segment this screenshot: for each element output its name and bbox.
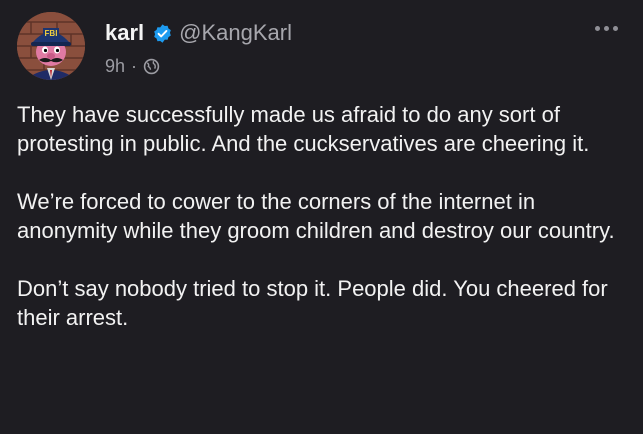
author-handle[interactable]: @KangKarl xyxy=(179,20,292,46)
avatar-illustration: FBI xyxy=(17,12,85,80)
verified-badge-icon xyxy=(152,23,173,44)
post-timestamp[interactable]: 9h xyxy=(105,56,125,77)
post-meta: 9h · xyxy=(105,56,160,77)
author-display-name[interactable]: karl xyxy=(105,20,144,46)
svg-text:FBI: FBI xyxy=(45,29,58,38)
post-paragraph-2: We’re forced to cower to the corners of … xyxy=(17,189,615,243)
post-paragraph-1: They have successfully made us afraid to… xyxy=(17,102,590,156)
post-paragraph-3: Don’t say nobody tried to stop it. Peopl… xyxy=(17,276,608,330)
menu-dot xyxy=(613,26,618,31)
post-body: They have successfully made us afraid to… xyxy=(17,100,627,361)
meta-separator: · xyxy=(131,56,138,76)
menu-dot xyxy=(604,26,609,31)
post-header: karl @KangKarl xyxy=(105,20,292,46)
menu-dot xyxy=(595,26,600,31)
post-card: FBI karl @KangKarl 9h · They have succes… xyxy=(0,0,643,434)
globe-icon xyxy=(143,58,160,75)
more-horizontal-icon[interactable] xyxy=(595,26,618,31)
avatar[interactable]: FBI xyxy=(17,12,85,80)
